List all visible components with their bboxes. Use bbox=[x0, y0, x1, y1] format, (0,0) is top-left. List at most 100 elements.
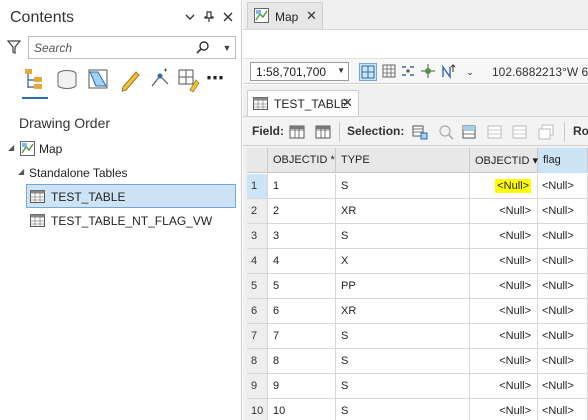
cell-flag[interactable]: <Null> bbox=[538, 274, 588, 298]
cell-objectid[interactable]: 5 bbox=[268, 274, 336, 298]
cell-objectid-2[interactable]: <Null> bbox=[470, 349, 538, 373]
tree-item-test-table[interactable]: TEST_TABLE bbox=[0, 184, 242, 208]
cell-type[interactable]: XR bbox=[336, 299, 470, 323]
cell-flag[interactable]: <Null> bbox=[538, 249, 588, 273]
collapse-caret-icon[interactable]: ◢ bbox=[8, 143, 14, 152]
cell-flag[interactable]: <Null> bbox=[538, 324, 588, 348]
column-header-type[interactable]: TYPE bbox=[336, 148, 470, 173]
table-row[interactable]: 8 8 S <Null> <Null> bbox=[247, 349, 588, 374]
search-input[interactable] bbox=[34, 40, 194, 55]
cell-flag[interactable]: <Null> bbox=[538, 349, 588, 373]
tree-item-standalone-tables[interactable]: ◢ Standalone Tables bbox=[0, 162, 242, 184]
row-number[interactable]: 5 bbox=[247, 274, 268, 298]
cell-type[interactable]: S bbox=[336, 174, 470, 198]
list-by-editing-icon[interactable] bbox=[118, 66, 144, 94]
north-arrow-icon[interactable] bbox=[440, 63, 458, 81]
collapse-caret-icon[interactable]: ◢ bbox=[18, 167, 24, 176]
row-number[interactable]: 8 bbox=[247, 349, 268, 373]
cell-objectid-2[interactable]: <Null> bbox=[470, 199, 538, 223]
chevron-down-icon[interactable] bbox=[183, 11, 197, 25]
tab-map[interactable]: Map ✕ bbox=[247, 2, 323, 29]
table-row[interactable]: 6 6 XR <Null> <Null> bbox=[247, 299, 588, 324]
list-by-drawing-order-icon[interactable] bbox=[22, 66, 48, 94]
table-icon[interactable] bbox=[381, 63, 399, 81]
search-box[interactable]: ▼ bbox=[28, 36, 236, 59]
table-row[interactable]: 3 3 S <Null> <Null> bbox=[247, 224, 588, 249]
row-number[interactable]: 7 bbox=[247, 324, 268, 348]
list-by-selection-icon[interactable] bbox=[86, 66, 112, 94]
cell-flag[interactable]: <Null> bbox=[538, 199, 588, 223]
cell-flag[interactable]: <Null> bbox=[538, 399, 588, 420]
tree-item-test-table-nt-flag-vw[interactable]: TEST_TABLE_NT_FLAG_VW bbox=[0, 210, 242, 232]
cell-flag[interactable]: <Null> bbox=[538, 374, 588, 398]
cell-objectid[interactable]: 3 bbox=[268, 224, 336, 248]
more-icon[interactable]: ⋯ bbox=[202, 66, 228, 94]
tree-item-map[interactable]: ◢ Map bbox=[0, 138, 242, 160]
search-icon[interactable] bbox=[195, 40, 211, 56]
table-row[interactable]: 5 5 PP <Null> <Null> bbox=[247, 274, 588, 299]
pin-icon[interactable] bbox=[202, 11, 216, 25]
list-by-labeling-icon[interactable] bbox=[176, 66, 202, 94]
row-number[interactable]: 4 bbox=[247, 249, 268, 273]
search-options-chevron-icon[interactable]: ▼ bbox=[220, 40, 234, 56]
select-by-attributes-icon[interactable] bbox=[411, 123, 429, 141]
switch-selection-icon[interactable] bbox=[461, 123, 479, 141]
cell-objectid-2[interactable]: <Null> bbox=[470, 399, 538, 420]
table-row[interactable]: 1 1 S <Null> <Null> bbox=[247, 174, 588, 199]
cell-objectid-2[interactable]: <Null> bbox=[470, 374, 538, 398]
row-number[interactable]: 3 bbox=[247, 224, 268, 248]
cell-objectid[interactable]: 10 bbox=[268, 399, 336, 420]
cell-type[interactable]: PP bbox=[336, 274, 470, 298]
cell-type[interactable]: S bbox=[336, 374, 470, 398]
cell-flag[interactable]: <Null> bbox=[538, 174, 588, 198]
grid-icon[interactable] bbox=[359, 63, 377, 81]
table-row[interactable]: 9 9 S <Null> <Null> bbox=[247, 374, 588, 399]
cell-objectid-2[interactable]: <Null> bbox=[470, 224, 538, 248]
cell-objectid[interactable]: 8 bbox=[268, 349, 336, 373]
calculate-field-icon[interactable] bbox=[314, 123, 332, 141]
column-header-objectid-sorted[interactable]: OBJECTID ▾ bbox=[470, 148, 538, 173]
cell-objectid-2[interactable]: <Null> bbox=[470, 249, 538, 273]
cell-objectid[interactable]: 7 bbox=[268, 324, 336, 348]
cell-type[interactable]: S bbox=[336, 324, 470, 348]
cell-type[interactable]: S bbox=[336, 349, 470, 373]
row-number[interactable]: 1 bbox=[247, 174, 268, 198]
close-icon[interactable] bbox=[221, 11, 235, 25]
list-by-snapping-icon[interactable] bbox=[148, 66, 174, 94]
column-header-flag[interactable]: flag bbox=[538, 148, 588, 173]
list-by-source-icon[interactable] bbox=[54, 66, 80, 94]
zoom-to-selection-icon[interactable] bbox=[437, 123, 455, 141]
scale-dropdown[interactable]: 1:58,701,700 ▼ bbox=[250, 62, 349, 81]
cell-objectid[interactable]: 9 bbox=[268, 374, 336, 398]
cell-type[interactable]: S bbox=[336, 399, 470, 420]
filter-icon[interactable] bbox=[6, 40, 22, 54]
close-icon[interactable]: ✕ bbox=[342, 95, 353, 111]
delete-selection-icon[interactable] bbox=[511, 123, 529, 141]
cell-flag[interactable]: <Null> bbox=[538, 224, 588, 248]
tab-test-table[interactable]: TEST_TABLE ✕ bbox=[247, 90, 359, 116]
cell-objectid-2[interactable]: <Null> bbox=[470, 274, 538, 298]
copy-selection-icon[interactable] bbox=[537, 123, 555, 141]
row-number[interactable]: 2 bbox=[247, 199, 268, 223]
cell-flag[interactable]: <Null> bbox=[538, 299, 588, 323]
column-header-objectid[interactable]: OBJECTID * bbox=[268, 148, 336, 173]
table-row[interactable]: 4 4 X <Null> <Null> bbox=[247, 249, 588, 274]
row-number[interactable]: 6 bbox=[247, 299, 268, 323]
cell-type[interactable]: XR bbox=[336, 199, 470, 223]
cell-objectid-2[interactable]: <Null> bbox=[470, 299, 538, 323]
close-icon[interactable]: ✕ bbox=[306, 8, 317, 24]
cell-objectid-2[interactable]: <Null> bbox=[470, 324, 538, 348]
row-number[interactable]: 10 bbox=[247, 399, 268, 420]
cell-objectid[interactable]: 1 bbox=[268, 174, 336, 198]
cell-objectid[interactable]: 2 bbox=[268, 199, 336, 223]
cell-type[interactable]: X bbox=[336, 249, 470, 273]
cell-objectid[interactable]: 6 bbox=[268, 299, 336, 323]
tools-icon[interactable] bbox=[400, 63, 418, 81]
table-row[interactable]: 2 2 XR <Null> <Null> bbox=[247, 199, 588, 224]
navigation-icon[interactable] bbox=[420, 63, 438, 81]
chevron-down-icon[interactable]: ⌄ bbox=[461, 63, 479, 81]
cell-type[interactable]: S bbox=[336, 224, 470, 248]
table-row[interactable]: 10 10 S <Null> <Null> bbox=[247, 399, 588, 420]
cell-objectid-2[interactable]: <Null> bbox=[470, 174, 538, 198]
clear-selection-icon[interactable] bbox=[486, 123, 504, 141]
